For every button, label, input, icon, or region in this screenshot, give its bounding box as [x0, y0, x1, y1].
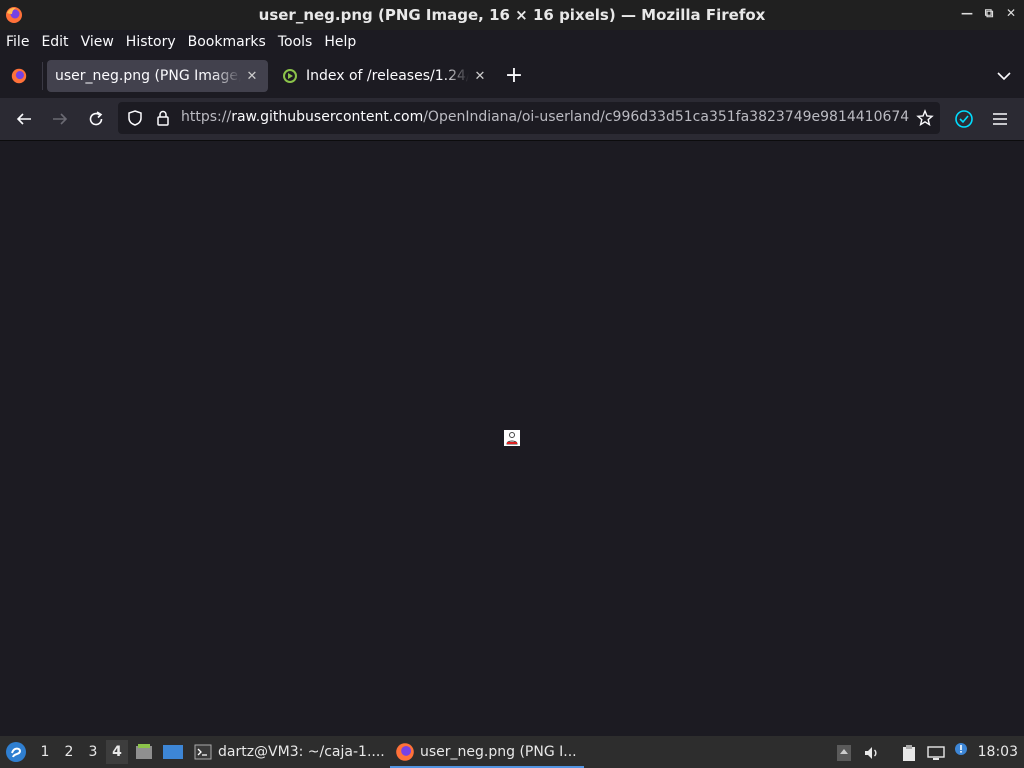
url-scheme: https://: [181, 109, 232, 125]
url-text[interactable]: https://raw.githubusercontent.com/OpenIn…: [181, 109, 909, 125]
window-titlebar: user_neg.png (PNG Image, 16 × 16 pixels)…: [0, 0, 1024, 30]
volume-icon[interactable]: [863, 744, 881, 762]
workspace-3[interactable]: 3: [82, 740, 104, 764]
firefox-icon: [396, 743, 414, 761]
user-neg-image: [504, 430, 520, 446]
tab-label: user_neg.png (PNG Image, 16 × 16 pixels): [55, 68, 241, 84]
menu-edit[interactable]: Edit: [35, 34, 74, 50]
reload-button[interactable]: [85, 108, 107, 130]
firefox-icon: [6, 7, 22, 23]
url-path: /OpenIndiana/oi-userland/c996d33d51ca351…: [423, 109, 909, 125]
forward-arrow-icon: [53, 113, 68, 125]
network-icon[interactable]: [927, 744, 945, 762]
close-tab-icon[interactable]: ✕: [241, 65, 263, 87]
url-bar[interactable]: https://raw.githubusercontent.com/OpenIn…: [118, 102, 940, 134]
tab-label: Index of /releases/1.24/: [306, 68, 469, 84]
task-terminal[interactable]: dartz@VM3: ~/caja-1....: [194, 738, 385, 766]
new-tab-button[interactable]: +: [504, 65, 524, 87]
clock[interactable]: 18:03: [978, 744, 1018, 760]
file-manager-icon[interactable]: [134, 742, 154, 762]
desktop-icon[interactable]: [162, 742, 184, 762]
terminal-icon: [194, 744, 212, 760]
workspace-1[interactable]: 1: [34, 740, 56, 764]
restore-icon[interactable]: ⧉: [982, 6, 996, 20]
reload-icon: [89, 111, 103, 126]
menu-tools[interactable]: Tools: [272, 34, 319, 50]
menu-bookmarks[interactable]: Bookmarks: [182, 34, 272, 50]
firefox-view-icon[interactable]: [10, 67, 28, 85]
clipboard-icon[interactable]: [900, 744, 918, 762]
window-title: user_neg.png (PNG Image, 16 × 16 pixels)…: [258, 6, 766, 24]
lock-icon[interactable]: [154, 109, 172, 127]
task-label: user_neg.png (PNG I...: [420, 744, 577, 760]
workspace-4[interactable]: 4: [106, 740, 128, 764]
menu-file[interactable]: File: [0, 34, 35, 50]
close-tab-icon[interactable]: ✕: [469, 65, 491, 87]
shield-icon[interactable]: [126, 109, 144, 127]
navigation-toolbar: https://raw.githubusercontent.com/OpenIn…: [0, 98, 1024, 141]
task-firefox[interactable]: user_neg.png (PNG I...: [390, 738, 584, 768]
url-host: raw.githubusercontent.com: [231, 109, 424, 125]
tab-separator: [42, 62, 43, 90]
close-icon[interactable]: ✕: [1004, 6, 1018, 20]
menu-bar: File Edit View History Bookmarks Tools H…: [0, 30, 1024, 54]
tab-index-releases[interactable]: Index of /releases/1.24/ ✕: [276, 60, 496, 92]
chevron-down-icon[interactable]: [996, 68, 1012, 84]
menu-help[interactable]: Help: [318, 34, 362, 50]
taskbar: 1 2 3 4 dartz@VM3: ~/caja-1.... user_neg…: [0, 736, 1024, 768]
hamburger-menu-icon[interactable]: [991, 110, 1009, 128]
tab-user-neg-png[interactable]: user_neg.png (PNG Image, 16 × 16 pixels)…: [47, 60, 268, 92]
minimize-icon[interactable]: —: [960, 6, 974, 20]
start-menu-icon[interactable]: [5, 741, 27, 763]
forward-button[interactable]: [49, 108, 71, 130]
openindiana-favicon-icon: [283, 69, 297, 83]
back-arrow-icon: [16, 113, 31, 125]
menu-history[interactable]: History: [120, 34, 182, 50]
account-sync-icon[interactable]: [954, 109, 974, 129]
menu-view[interactable]: View: [75, 34, 120, 50]
task-label: dartz@VM3: ~/caja-1....: [218, 744, 385, 760]
workspace-2[interactable]: 2: [58, 740, 80, 764]
tray-updates-icon[interactable]: [835, 744, 853, 762]
notification-icon[interactable]: [953, 741, 971, 759]
bookmark-star-icon[interactable]: [916, 109, 934, 127]
back-button[interactable]: [13, 108, 35, 130]
